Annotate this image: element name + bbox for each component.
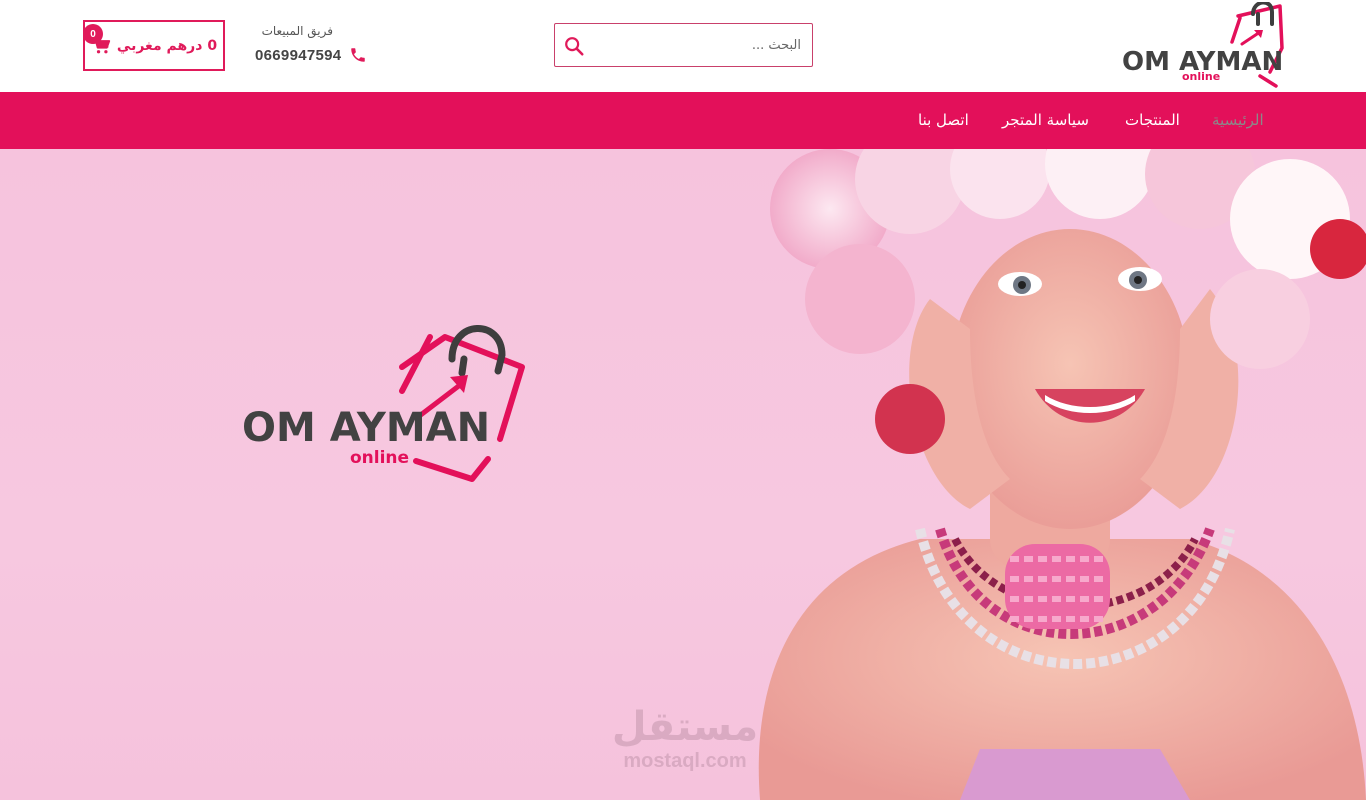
- watermark-latin: mostaql.com: [623, 750, 747, 772]
- search-box: [554, 23, 813, 67]
- search-input[interactable]: [595, 24, 805, 66]
- watermark-arabic: مستقل: [611, 704, 759, 750]
- sales-phone[interactable]: 0669947594: [255, 46, 367, 64]
- site-logo[interactable]: OM AYMAN online: [1120, 2, 1286, 90]
- hero-banner: OM AYMAN online مستقل mostaql.com: [0, 149, 1366, 800]
- nav-item-store-policy[interactable]: سياسة المتجر: [1002, 92, 1089, 149]
- logo-tagline-text: online: [1182, 70, 1220, 83]
- model-photo: [758, 149, 1366, 800]
- hero-logo-tagline-text: online: [350, 448, 409, 468]
- main-nav: الرئيسية المنتجات سياسة المتجر اتصل بنا: [0, 92, 1366, 149]
- search-icon[interactable]: [563, 35, 585, 57]
- hero-logo: OM AYMAN online: [242, 325, 525, 482]
- phone-icon: [351, 48, 366, 62]
- nav-item-contact[interactable]: اتصل بنا: [918, 92, 969, 149]
- phone-number[interactable]: 0669947594: [255, 47, 341, 64]
- nav-item-home[interactable]: الرئيسية: [1212, 92, 1264, 149]
- site-header: 0 0 درهم مغربي فريق المبيعات 0669947594: [0, 0, 1366, 92]
- nav-item-products[interactable]: المنتجات: [1125, 92, 1180, 149]
- cart-total: 0 درهم مغربي: [116, 37, 218, 54]
- sales-team-label: فريق المبيعات: [261, 24, 333, 38]
- hero-logo-brand-text: OM AYMAN: [242, 405, 490, 451]
- cart-button[interactable]: 0 0 درهم مغربي: [83, 20, 225, 71]
- cart-count-badge: 0: [83, 24, 103, 44]
- watermark: مستقل mostaql.com: [600, 704, 770, 772]
